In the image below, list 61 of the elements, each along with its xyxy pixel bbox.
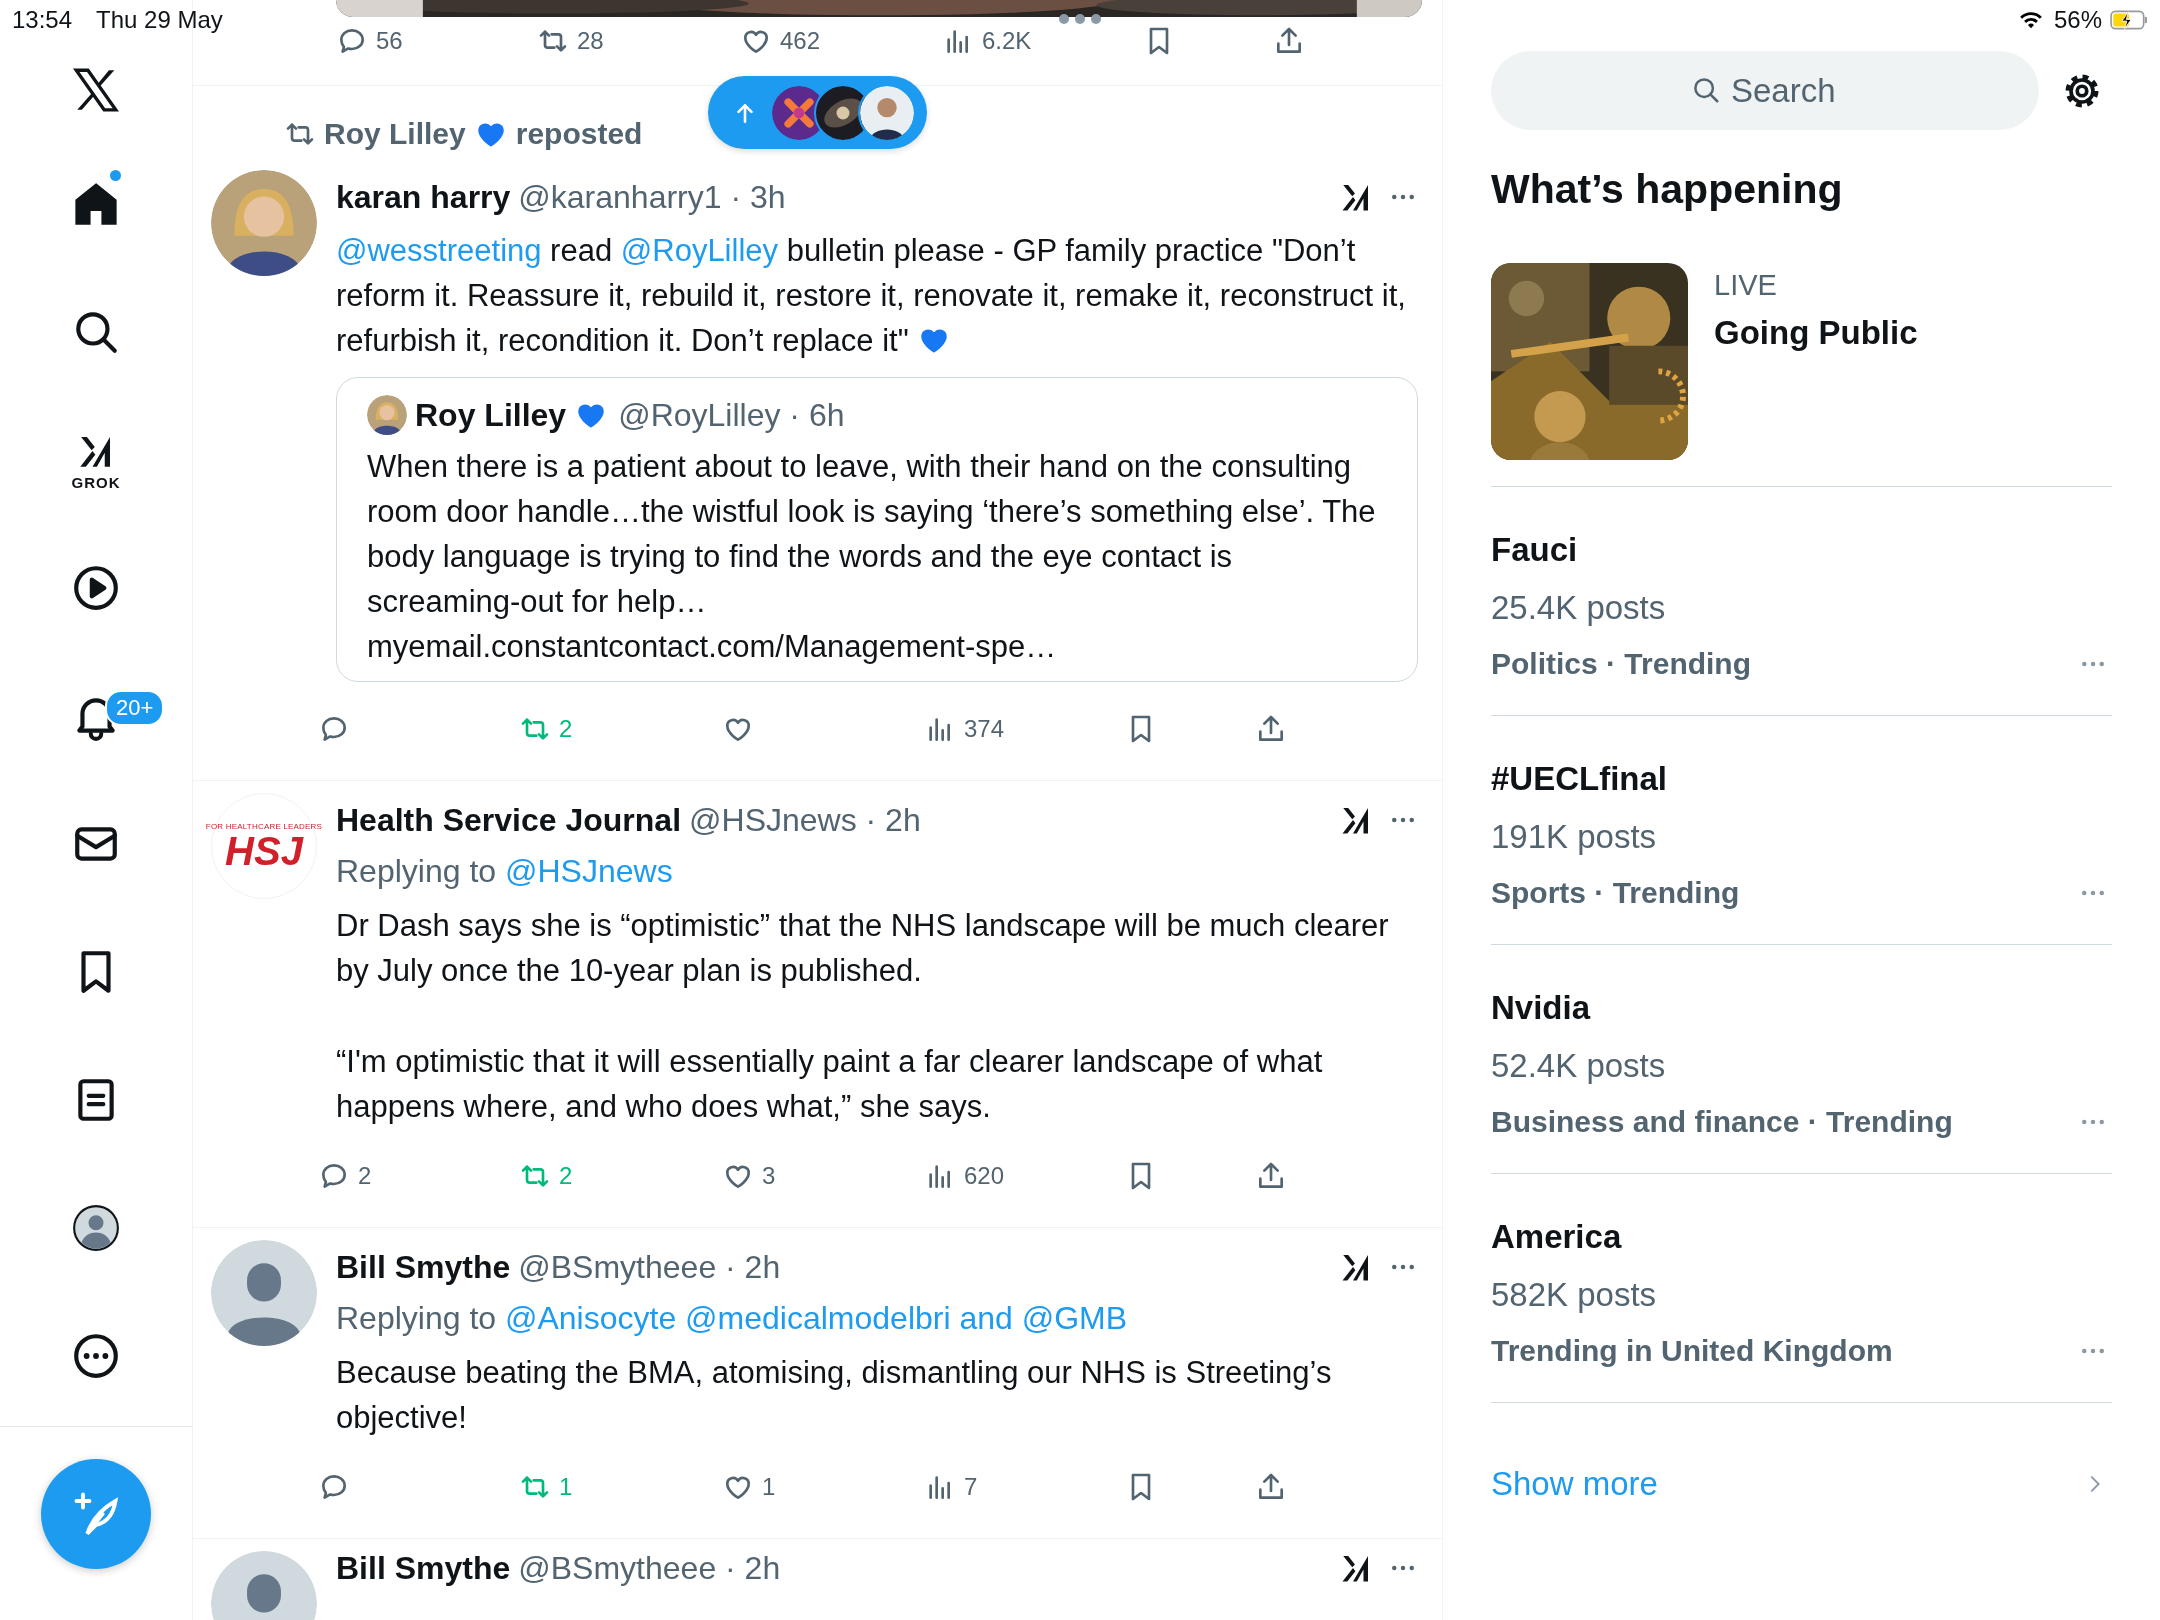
quoted-post[interactable] <box>336 377 1418 682</box>
replying-to: Replying to @HSJnews <box>336 852 674 891</box>
reply-button[interactable]: 56 <box>336 25 403 57</box>
reply-button[interactable]: 2 <box>318 1160 372 1192</box>
author-name[interactable]: Bill Smythe <box>336 1248 511 1286</box>
post-text: Dr Dash says she is “optimistic” that the NHS landscape will be much clearer by July once the 10-year plan is published. <box>336 907 1390 990</box>
grabber-icon[interactable] <box>1058 12 1102 26</box>
author-handle: @RoyLilley · 6h <box>618 396 845 434</box>
avatar[interactable] <box>211 170 317 276</box>
trend-post-count: 52.4K posts <box>1491 1047 1667 1085</box>
post-text: @wesstreeting read @RoyLilley bulletin please - GP family practice "Don’t reform it. Reassure it, rebuild it, restore it, renovate it, remake it, reconstruct it, refurbish it, recondition it. Don’t replace it" <box>336 232 1407 360</box>
status-date: Thu 29 May <box>96 6 223 34</box>
trend-name[interactable]: #UECLfinal <box>1491 760 2112 798</box>
grok-label: GROK <box>71 473 121 491</box>
avatar[interactable] <box>367 395 407 435</box>
post-text: Because beating the BMA, atomising, dismantling our NHS is Streeting’s objective! <box>336 1354 1333 1437</box>
trend-post-count: 191K posts <box>1491 818 1658 856</box>
post-text: “I'm optimistic that it will essentially paint a far clearer landscape of what happens where, and who does what,” she says. <box>336 1043 1324 1126</box>
trend-name[interactable]: America <box>1491 1218 2112 1256</box>
status-time: 13:54 <box>12 6 73 34</box>
post-text: When there is a patient about to leave, with their hand on the consulting room door handle…the wistful look is saying ‘there’s something else’. The body language is trying to find the words and the eye contact is screaming-out for help… myemail.constantcontact.com/Management-spe… <box>367 448 1377 666</box>
views-button[interactable]: 7 <box>924 1471 978 1503</box>
logo-tagline: FOR HEALTHCARE LEADERS <box>205 821 323 831</box>
author-name[interactable]: Bill Smythe <box>336 1549 511 1587</box>
trend-name[interactable]: Nvidia <box>1491 989 2112 1027</box>
section-heading: What’s happening <box>1491 166 1844 213</box>
search-icon <box>1691 75 1721 105</box>
compose-button[interactable] <box>41 1459 151 1569</box>
author-handle: @karanharry1 · 3h <box>518 178 786 216</box>
repost-button[interactable]: 28 <box>537 25 604 57</box>
like-button[interactable]: 1 <box>722 1471 776 1503</box>
search-field[interactable]: Search <box>1491 51 2039 130</box>
replying-to: Replying to @Anisocyte @medicalmodelbri and @GMB <box>336 1299 1129 1338</box>
trend-category: Politics · Trending <box>1491 647 1752 681</box>
reposter-name[interactable]: Roy Lilley <box>324 117 466 151</box>
trend-category: Business and finance · Trending <box>1491 1105 1953 1139</box>
like-button[interactable]: 462 <box>740 25 821 57</box>
author-name[interactable]: Health Service Journal <box>336 801 682 839</box>
views-button[interactable]: 374 <box>924 713 1005 745</box>
notification-badge: 20+ <box>105 690 165 726</box>
author-name[interactable]: karan harry <box>336 178 511 216</box>
like-button[interactable]: 3 <box>722 1160 776 1192</box>
trend-post-count: 582K posts <box>1491 1276 1658 1314</box>
logo-text: HSJ <box>225 830 303 871</box>
author-handle: @BSmytheee · 2h <box>518 1248 781 1286</box>
views-button[interactable]: 620 <box>924 1160 1005 1192</box>
author-name[interactable]: Roy Lilley <box>415 396 567 434</box>
author-handle: @BSmytheee · 2h <box>518 1549 781 1587</box>
author-handle: @HSJnews · 2h <box>689 801 921 839</box>
live-title[interactable]: Going Public <box>1714 314 1918 352</box>
avatar[interactable] <box>211 1240 317 1346</box>
views-button[interactable]: 6.2K <box>942 25 1032 57</box>
trend-category: Trending in United Kingdom <box>1491 1334 1893 1368</box>
trend-name[interactable]: Fauci <box>1491 531 2112 569</box>
live-label: LIVE <box>1714 269 1778 302</box>
new-posts-toast[interactable] <box>708 76 927 149</box>
reposted-label: reposted <box>515 117 643 151</box>
trend-category: Sports · Trending <box>1491 876 1740 910</box>
nav-grok-button[interactable]: GROK <box>41 396 151 524</box>
battery-percent: 56% <box>2053 6 2102 34</box>
trend-post-count: 25.4K posts <box>1491 589 1667 627</box>
